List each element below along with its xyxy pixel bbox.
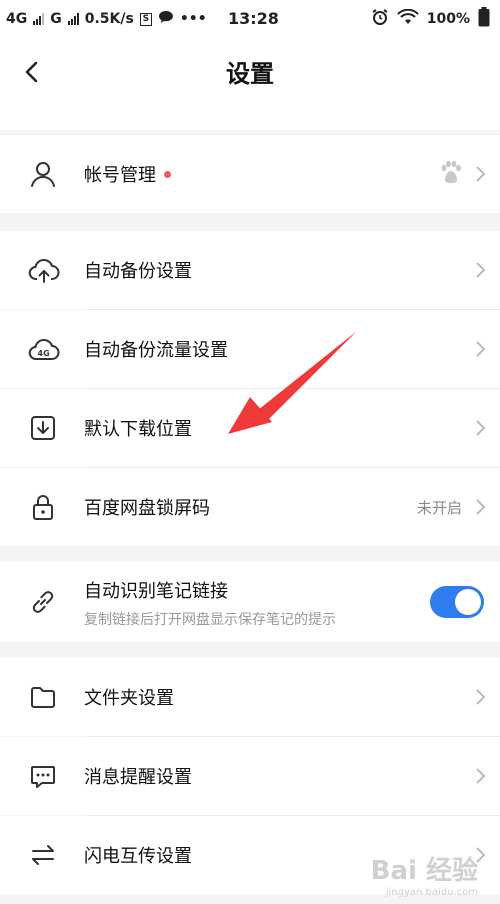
notify-row[interactable]: 消息提醒设置 <box>0 737 500 815</box>
chevron-right-icon <box>474 261 486 279</box>
user-icon <box>28 159 58 189</box>
folder-icon <box>28 682 58 712</box>
chat-icon <box>158 10 174 28</box>
download-icon <box>28 413 58 443</box>
note-link-toggle[interactable] <box>430 586 484 618</box>
unread-dot <box>164 170 171 178</box>
notify-label: 消息提醒设置 <box>84 767 192 788</box>
folder-row[interactable]: 文件夹设置 <box>0 658 500 736</box>
auto-backup-row[interactable]: 自动备份设置 <box>0 231 500 309</box>
s-badge-icon: S <box>139 12 152 26</box>
paw-icon <box>438 159 464 189</box>
net-type-1: 4G <box>6 11 28 27</box>
more-dots: ••• <box>179 11 207 27</box>
account-row[interactable]: 帐号管理 <box>0 135 500 213</box>
chevron-right-icon <box>474 498 486 516</box>
transfer-icon <box>28 840 58 870</box>
signal-icon-1 <box>33 13 45 25</box>
watermark: Bai 经验 jingyan.baidu.com <box>371 850 478 898</box>
clock: 13:28 <box>228 9 279 28</box>
cloud-upload-icon <box>28 255 60 285</box>
backup-traffic-label: 自动备份流量设置 <box>84 340 228 361</box>
status-bar: 4G G 0.5K/s S ••• 100% 13:28 <box>0 0 500 38</box>
alarm-icon <box>371 8 389 30</box>
transfer-label: 闪电互传设置 <box>84 846 192 867</box>
watermark-url: jingyan.baidu.com <box>385 887 478 898</box>
download-location-row[interactable]: 默认下载位置 <box>0 389 500 467</box>
battery-level: 100% <box>426 11 470 27</box>
folder-label: 文件夹设置 <box>84 688 174 709</box>
net-type-2: G <box>50 11 62 27</box>
header: 设置 <box>0 38 500 130</box>
message-icon <box>28 761 58 791</box>
link-icon <box>28 587 58 617</box>
wifi-icon <box>397 8 419 29</box>
battery-icon <box>478 7 490 31</box>
backup-traffic-row[interactable]: 4G 自动备份流量设置 <box>0 310 500 388</box>
watermark-brand: Bai 经验 <box>370 856 478 886</box>
svg-text:4G: 4G <box>38 349 50 358</box>
auto-backup-label: 自动备份设置 <box>84 261 192 282</box>
account-label: 帐号管理 <box>84 161 171 187</box>
lock-code-row[interactable]: 百度网盘锁屏码 未开启 <box>0 468 500 546</box>
chevron-right-icon <box>474 165 486 183</box>
chevron-right-icon <box>474 419 486 437</box>
chevron-right-icon <box>474 340 486 358</box>
lock-code-status: 未开启 <box>416 498 462 517</box>
cloud-4g-icon: 4G <box>28 334 60 364</box>
chevron-right-icon <box>474 688 486 706</box>
net-speed: 0.5K/s <box>84 11 134 27</box>
note-link-row: 自动识别笔记链接 复制链接后打开网盘显示保存笔记的提示 <box>0 562 500 642</box>
lock-icon <box>28 492 58 522</box>
signal-icon-2 <box>67 13 79 25</box>
note-link-description: 复制链接后打开网盘显示保存笔记的提示 <box>84 612 336 628</box>
chevron-right-icon <box>474 767 486 785</box>
download-location-label: 默认下载位置 <box>84 419 192 440</box>
note-link-label: 自动识别笔记链接 <box>84 581 228 602</box>
lock-code-label: 百度网盘锁屏码 <box>84 498 210 519</box>
page-title: 设置 <box>226 60 274 88</box>
